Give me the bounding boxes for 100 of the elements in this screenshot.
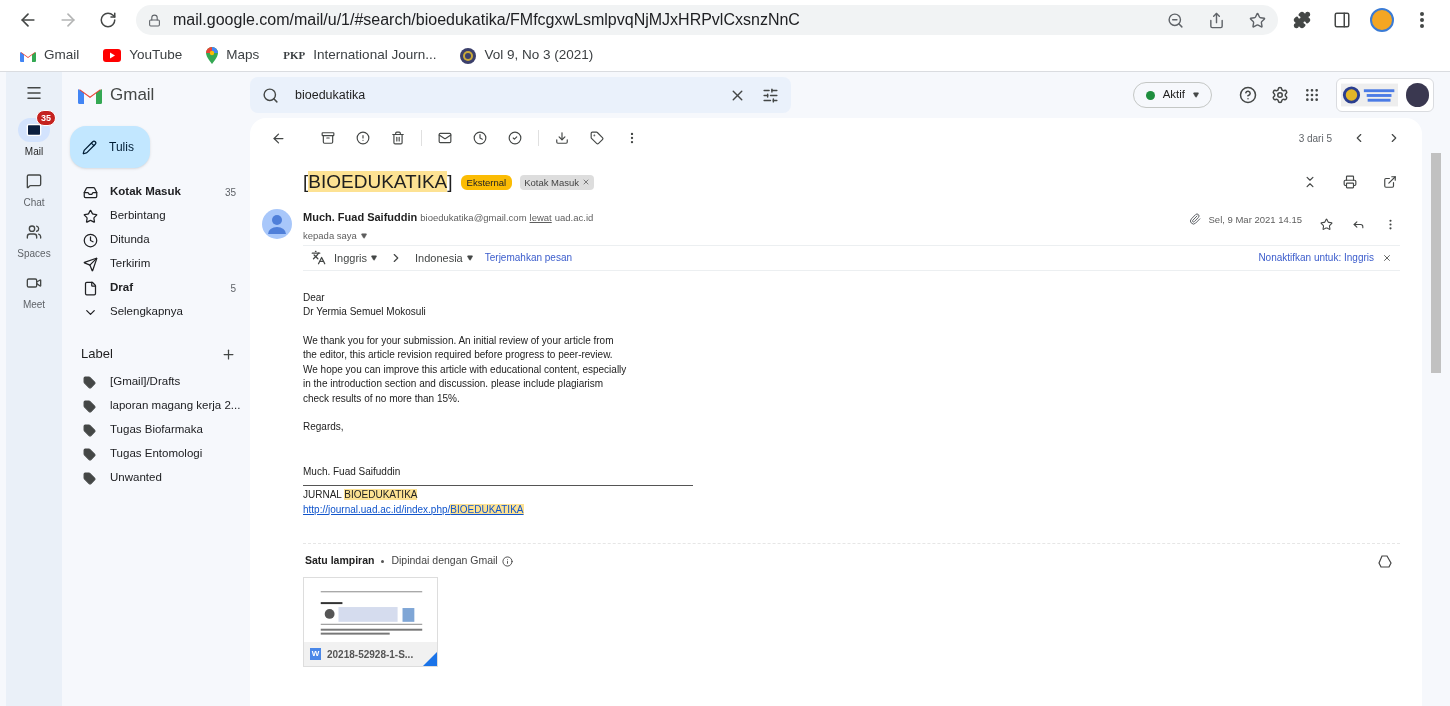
external-link-icon (1383, 175, 1397, 189)
archive-icon (321, 131, 335, 145)
menu-icon (25, 84, 43, 102)
tag-icon (83, 447, 96, 461)
greeting-text: Dear (303, 290, 326, 305)
target-language-dropdown[interactable]: Indonesia (415, 249, 473, 266)
puzzle-icon (1293, 11, 1311, 29)
folder-item[interactable]: Kotak Masuk 35 (62, 180, 250, 204)
translate-link[interactable]: Terjemahkan pesan (484, 250, 573, 266)
compose-button[interactable]: Tulis (70, 126, 150, 168)
label-item[interactable]: Tugas Entomologi (62, 442, 250, 466)
file-name: 20218-52928-1-S... (327, 647, 414, 662)
scrollbar-thumb[interactable] (1431, 153, 1441, 373)
label-item[interactable]: laporan magang kerja 2... (62, 394, 250, 418)
sender-domain: uad.ac.id (554, 211, 594, 225)
tag-icon (590, 131, 604, 145)
bookmark-link[interactable]: PKP International Journ... (283, 45, 437, 66)
info-icon[interactable] (501, 555, 513, 567)
bookmark-link[interactable]: Gmail (20, 45, 80, 66)
account-chip[interactable] (1336, 78, 1434, 112)
label-item[interactable]: [Gmail]/Drafts (62, 370, 250, 394)
filter-icon[interactable] (762, 86, 779, 104)
bookmark-link[interactable]: Maps (206, 45, 260, 66)
recipient-name-text: Dr Yermia Semuel Mokosuli (303, 305, 427, 320)
translate-icon (311, 250, 326, 266)
attachment-card[interactable]: W 20218-52928-1-S... (303, 577, 438, 667)
bookmark-star-icon[interactable] (1249, 11, 1266, 29)
printer-icon (1343, 175, 1357, 189)
zoom-out-icon[interactable] (1167, 11, 1184, 29)
caret-icon (360, 232, 367, 239)
collapse-icon (1303, 175, 1317, 189)
tag-icon (83, 399, 96, 413)
caret-icon (371, 254, 378, 261)
folder-item[interactable]: Berbintang (62, 204, 250, 228)
signature-name: Much. Fuad Saifuddin (303, 464, 402, 479)
page-corner-icon (423, 652, 437, 666)
pager-text: 3 dari 5 (1298, 131, 1332, 146)
rail-item[interactable]: 35 Mail (11, 110, 57, 159)
source-language-dropdown[interactable]: Inggris (334, 249, 378, 266)
caret-icon (466, 254, 473, 261)
word-file-icon: W (310, 648, 321, 660)
rail-item[interactable]: Chat (11, 161, 57, 210)
folder-item[interactable]: Draf 5 (62, 276, 250, 300)
journal-link[interactable]: http://journal.uad.ac.id/index.php/BIOEDUKATIKA (303, 502, 633, 518)
envelope-icon (438, 131, 452, 145)
inbox-icon (83, 184, 98, 200)
folder-item[interactable]: Terkirim (62, 252, 250, 276)
folder-item[interactable]: Ditunda (62, 228, 250, 252)
gmail-logo-icon (78, 86, 102, 104)
rail-item[interactable]: Meet (11, 263, 57, 312)
share-icon[interactable] (1208, 11, 1225, 29)
tag-icon (83, 471, 96, 485)
via-link[interactable]: lewat (529, 211, 552, 226)
attachments-heading: Satu lampiran (305, 553, 375, 569)
seal-icon (460, 47, 477, 64)
label-item[interactable]: Tugas Biofarmaka (62, 418, 250, 442)
clock-icon (83, 232, 98, 248)
video-icon (26, 275, 42, 291)
mail-logo-icon (20, 49, 36, 62)
close-icon[interactable] (1382, 252, 1392, 263)
journal-name: JURNAL BIOEDUKATIKA (303, 488, 419, 503)
search-field[interactable]: bioedukatika (250, 77, 791, 113)
bookmark-link[interactable]: Vol 9, No 3 (2021) (460, 45, 594, 66)
settings-icon (1271, 86, 1289, 104)
caret-icon (1193, 92, 1199, 98)
bookmark-link[interactable]: YouTube (103, 45, 183, 66)
address-bar[interactable]: mail.google.com/mail/u/1/#search/bioedukatika/FMfcgxwLsmlpvqNjMJxHRPvlCxsnzNnC (136, 5, 1278, 35)
clock-icon (473, 131, 487, 145)
side-panel-icon (1333, 11, 1351, 29)
attachment-icon (1188, 213, 1201, 225)
labels-heading: Label (81, 345, 113, 364)
star-icon (1319, 217, 1333, 231)
more-vertical-icon (1420, 12, 1424, 28)
check-circle-icon (508, 131, 522, 145)
main-menu-button[interactable] (25, 84, 43, 102)
university-logo-icon (1341, 83, 1399, 107)
sender-email: bioedukatika@gmail.com (420, 211, 527, 225)
people-icon (26, 224, 42, 240)
recipient-dropdown[interactable]: kepada saya (303, 228, 594, 243)
reload-icon (99, 11, 117, 29)
search-icon[interactable] (262, 86, 279, 104)
email-subject: [BIOEDUKATIKA] (303, 169, 453, 194)
external-tag: Eksternal (460, 174, 513, 190)
alert-circle-icon (356, 131, 370, 145)
pkp-logo: PKP (283, 48, 306, 64)
url-text: mail.google.com/mail/u/1/#search/bioedukatika/FMfcgxwLsmlpvqNjMJxHRPvlCxsnzNnC (173, 10, 801, 30)
tag-icon (83, 423, 96, 437)
sender-name: Much. Fuad Saifuddin (303, 210, 418, 225)
disable-translate-link[interactable]: Nonaktifkan untuk: Inggris (1258, 250, 1374, 266)
label-item[interactable]: Unwanted (62, 466, 250, 490)
profile-avatar[interactable] (1370, 8, 1394, 32)
rail-item[interactable]: Spaces (10, 212, 58, 261)
folder-tag[interactable]: Kotak Masuk (520, 174, 595, 190)
play-logo-icon (103, 49, 122, 62)
message-paragraph: We thank you for your submission. An initial review of your article from the editor, this article revision required before progress to peer-review. We hope you can improve this article with educational content, especially in the introduction section and discussion. please include plagiarism check results of no more than 15%. (303, 333, 628, 406)
add-label-icon[interactable] (221, 346, 236, 362)
folder-item[interactable]: Selengkapnya (62, 300, 250, 324)
star-icon (83, 208, 98, 224)
mail-icon (26, 122, 42, 138)
help-icon (1239, 86, 1257, 104)
